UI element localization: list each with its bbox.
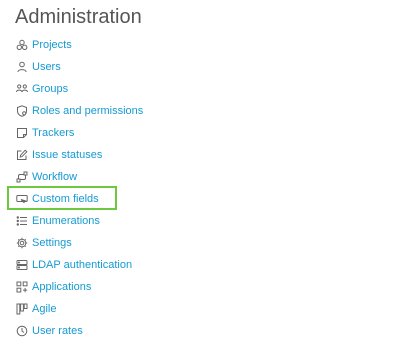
menu-item-label[interactable]: Applications <box>32 280 91 294</box>
apps-icon <box>16 281 28 293</box>
menu-item-settings[interactable]: Settings <box>0 232 400 254</box>
agile-icon <box>16 303 28 315</box>
projects-icon <box>16 39 28 51</box>
menu-item-label[interactable]: Enumerations <box>32 214 100 228</box>
menu-item-label[interactable]: Agile <box>32 302 56 316</box>
menu-item-custom-fields[interactable]: Custom fields <box>0 188 400 210</box>
menu-item-label[interactable]: LDAP authentication <box>32 258 132 272</box>
user-icon <box>16 61 28 73</box>
menu-item-trackers[interactable]: Trackers <box>0 122 400 144</box>
page-title: Administration <box>15 6 142 28</box>
list-icon <box>16 215 28 227</box>
menu-item-user-rates[interactable]: User rates <box>0 320 400 342</box>
menu-item-enumerations[interactable]: Enumerations <box>0 210 400 232</box>
menu-item-label[interactable]: Trackers <box>32 126 74 140</box>
menu-item-label[interactable]: Roles and permissions <box>32 104 143 118</box>
gear-icon <box>16 237 28 249</box>
clock-icon <box>16 325 28 337</box>
menu-item-roles-and-permissions[interactable]: Roles and permissions <box>0 100 400 122</box>
menu-item-label[interactable]: Workflow <box>32 170 77 184</box>
workflow-icon <box>16 171 28 183</box>
menu-item-label[interactable]: User rates <box>32 324 83 338</box>
menu-item-workflow[interactable]: Workflow <box>0 166 400 188</box>
menu-item-label[interactable]: Users <box>32 60 61 74</box>
menu-item-label[interactable]: Projects <box>32 38 72 52</box>
tracker-icon <box>16 127 28 139</box>
menu-item-projects[interactable]: Projects <box>0 34 400 56</box>
menu-item-users[interactable]: Users <box>0 56 400 78</box>
menu-item-label[interactable]: Groups <box>32 82 68 96</box>
menu-item-issue-statuses[interactable]: Issue statuses <box>0 144 400 166</box>
menu-item-ldap-authentication[interactable]: LDAP authentication <box>0 254 400 276</box>
menu-item-label[interactable]: Issue statuses <box>32 148 102 162</box>
menu-item-label[interactable]: Custom fields <box>32 192 99 206</box>
menu-item-groups[interactable]: Groups <box>0 78 400 100</box>
server-icon <box>16 259 28 271</box>
edit-icon <box>16 149 28 161</box>
menu-item-label[interactable]: Settings <box>32 236 72 250</box>
menu-item-applications[interactable]: Applications <box>0 276 400 298</box>
custom-field-icon <box>16 193 28 205</box>
shield-icon <box>16 105 28 117</box>
groups-icon <box>16 83 28 95</box>
admin-menu: Projects Users Groups Roles and permissi… <box>0 34 400 342</box>
menu-item-agile[interactable]: Agile <box>0 298 400 320</box>
